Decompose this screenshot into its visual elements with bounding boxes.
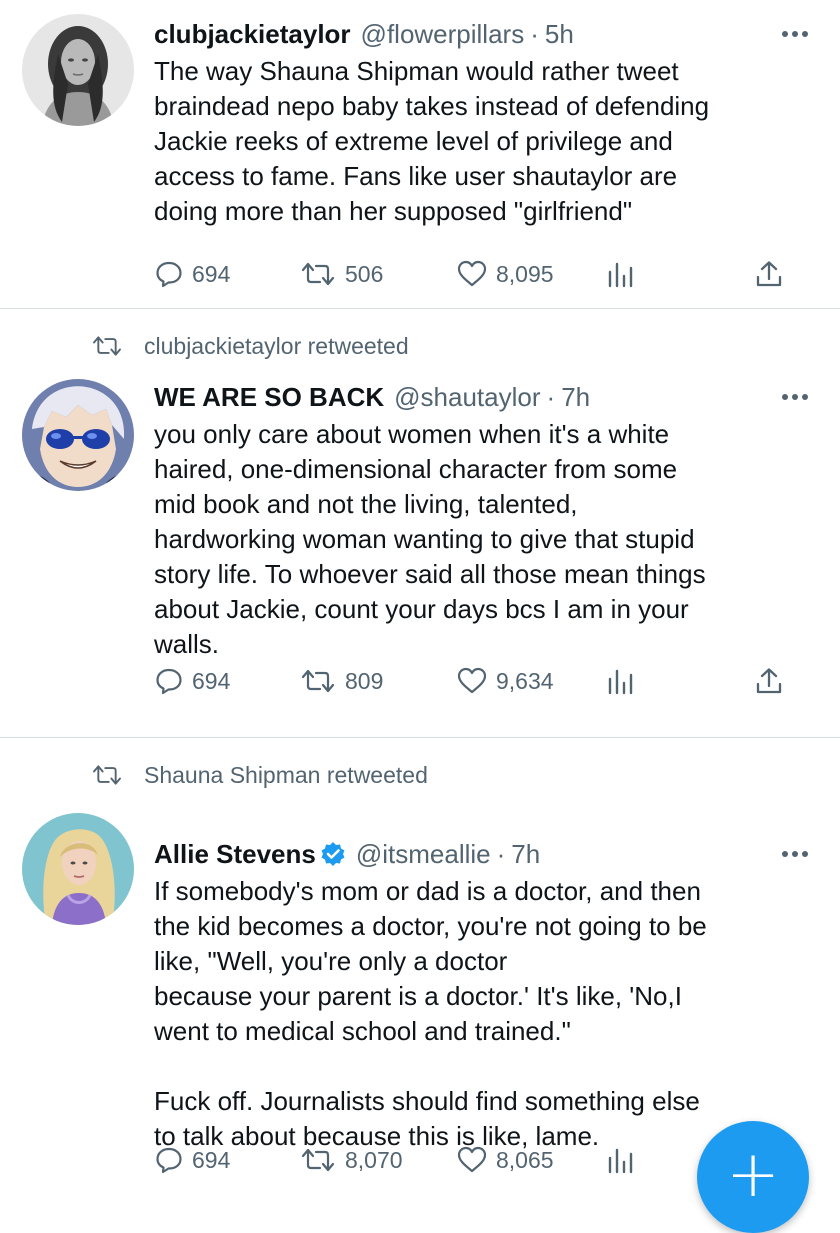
share-icon bbox=[754, 666, 784, 696]
action-bar: 694 809 9,634 bbox=[154, 661, 794, 701]
reply-icon bbox=[154, 666, 184, 696]
share-icon bbox=[754, 259, 784, 289]
reply-button[interactable]: 694 bbox=[154, 661, 230, 701]
timestamp[interactable]: 7h bbox=[511, 839, 540, 870]
retweet-icon bbox=[299, 1145, 337, 1175]
heart-icon bbox=[456, 1145, 488, 1175]
display-name[interactable]: clubjackietaylor bbox=[154, 19, 351, 50]
reply-icon bbox=[154, 259, 184, 289]
handle[interactable]: @itsmeallie bbox=[356, 839, 491, 870]
retweet-count: 8,070 bbox=[345, 1146, 403, 1173]
tweet-text: The way Shauna Shipman would rather twee… bbox=[154, 56, 710, 226]
retweeted-by-banner[interactable]: clubjackietaylor retweeted bbox=[90, 331, 409, 361]
separator-dot: · bbox=[546, 381, 556, 412]
compose-tweet-button[interactable]: + bbox=[697, 1121, 809, 1233]
compose-plus-icon: + bbox=[726, 1138, 780, 1212]
action-bar: 694 506 8,095 bbox=[154, 254, 794, 294]
reply-count: 694 bbox=[192, 667, 231, 694]
avatar[interactable] bbox=[22, 14, 134, 126]
analytics-icon bbox=[604, 259, 638, 289]
share-button[interactable] bbox=[754, 254, 784, 294]
separator-dot: · bbox=[496, 838, 506, 869]
analytics-icon bbox=[604, 1145, 638, 1175]
tweet-header: WE ARE SO BACK @shautaylor · 7h bbox=[154, 377, 810, 417]
tweet[interactable]: Shauna Shipman retweeted Allie Stevens @… bbox=[0, 738, 840, 1200]
heart-icon bbox=[456, 666, 488, 696]
reply-button[interactable]: 694 bbox=[154, 254, 230, 294]
display-name[interactable]: WE ARE SO BACK bbox=[154, 382, 384, 413]
separator-dot: · bbox=[530, 18, 539, 49]
retweeted-by-label: Shauna Shipman retweeted bbox=[144, 761, 428, 788]
more-options-icon[interactable] bbox=[780, 846, 810, 862]
views-button[interactable] bbox=[604, 661, 638, 701]
like-button[interactable]: 9,634 bbox=[456, 661, 554, 701]
timeline-feed: clubjackietaylor @flowerpillars · 5h The… bbox=[0, 0, 840, 1200]
avatar[interactable] bbox=[22, 813, 134, 925]
display-name[interactable]: Allie Stevens bbox=[154, 839, 316, 870]
retweeted-by-banner[interactable]: Shauna Shipman retweeted bbox=[90, 760, 428, 790]
tweet-content: Allie Stevens @itsmeallie · 7h If somebo… bbox=[154, 834, 810, 1154]
retweet-icon bbox=[299, 666, 337, 696]
retweet-button[interactable]: 506 bbox=[299, 254, 383, 294]
tweet-header: clubjackietaylor @flowerpillars · 5h bbox=[154, 14, 810, 54]
tweet-header: Allie Stevens @itsmeallie · 7h bbox=[154, 834, 810, 874]
like-count: 8,065 bbox=[496, 1146, 554, 1173]
tweet-text: If somebody's mom or dad is a doctor, an… bbox=[154, 876, 707, 1151]
handle[interactable]: @flowerpillars bbox=[361, 19, 525, 50]
tweet[interactable]: clubjackietaylor retweeted WE ARE SO BAC… bbox=[0, 309, 840, 738]
reply-count: 694 bbox=[192, 1146, 231, 1173]
timestamp[interactable]: 5h bbox=[545, 19, 574, 50]
tweet-content: WE ARE SO BACK @shautaylor · 7h you only… bbox=[154, 377, 810, 662]
like-count: 8,095 bbox=[496, 260, 554, 287]
like-count: 9,634 bbox=[496, 667, 554, 694]
more-options-icon[interactable] bbox=[780, 26, 810, 42]
heart-icon bbox=[456, 259, 488, 289]
retweet-icon bbox=[299, 259, 337, 289]
retweet-button[interactable]: 8,070 bbox=[299, 1140, 403, 1180]
timestamp[interactable]: 7h bbox=[561, 382, 590, 413]
retweet-icon bbox=[90, 333, 124, 359]
analytics-icon bbox=[604, 666, 638, 696]
retweet-button[interactable]: 809 bbox=[299, 661, 383, 701]
views-button[interactable] bbox=[604, 1140, 638, 1180]
tweet-content: clubjackietaylor @flowerpillars · 5h The… bbox=[154, 14, 810, 229]
retweet-count: 506 bbox=[345, 260, 384, 287]
retweeted-by-label: clubjackietaylor retweeted bbox=[144, 332, 409, 359]
like-button[interactable]: 8,095 bbox=[456, 254, 554, 294]
tweet-text: you only care about women when it's a wh… bbox=[154, 419, 706, 659]
reply-button[interactable]: 694 bbox=[154, 1140, 230, 1180]
views-button[interactable] bbox=[604, 254, 638, 294]
more-options-icon[interactable] bbox=[780, 389, 810, 405]
share-button[interactable] bbox=[754, 661, 784, 701]
reply-icon bbox=[154, 1145, 184, 1175]
retweet-icon bbox=[90, 762, 124, 788]
avatar[interactable] bbox=[22, 379, 134, 491]
reply-count: 694 bbox=[192, 260, 231, 287]
verified-badge-icon bbox=[320, 841, 346, 867]
like-button[interactable]: 8,065 bbox=[456, 1140, 554, 1180]
retweet-count: 809 bbox=[345, 667, 384, 694]
tweet[interactable]: clubjackietaylor @flowerpillars · 5h The… bbox=[0, 0, 840, 309]
handle[interactable]: @shautaylor bbox=[394, 382, 540, 413]
